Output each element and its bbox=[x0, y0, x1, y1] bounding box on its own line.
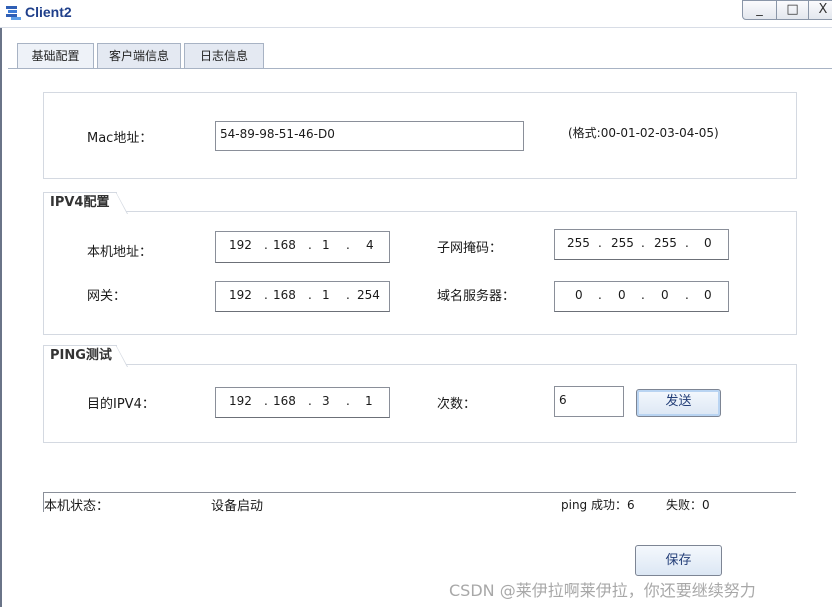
ip-dot: . bbox=[264, 238, 268, 252]
send-button[interactable]: 发送 bbox=[636, 389, 721, 417]
ping-section-title: PING测试 bbox=[43, 345, 128, 367]
subnet-mask-input[interactable]: 255 . 255 . 255 . 0 bbox=[554, 229, 729, 260]
ip-octet: 168 bbox=[273, 394, 296, 408]
ip-octet: 3 bbox=[322, 394, 330, 408]
tab-divider bbox=[8, 68, 832, 69]
ip-octet: 4 bbox=[366, 238, 374, 252]
ip-octet: 1 bbox=[322, 288, 330, 302]
ip-dot: . bbox=[308, 238, 312, 252]
close-button[interactable]: X bbox=[808, 0, 832, 20]
ip-octet: 0 bbox=[618, 288, 626, 302]
ip-octet: 168 bbox=[273, 238, 296, 252]
status-divider bbox=[43, 492, 796, 493]
ip-octet: 1 bbox=[322, 238, 330, 252]
ip-dot: . bbox=[346, 288, 350, 302]
ip-octet: 0 bbox=[704, 236, 712, 250]
ip-octet: 254 bbox=[357, 288, 380, 302]
ip-dot: . bbox=[308, 288, 312, 302]
tab-client-info[interactable]: 客户端信息 bbox=[97, 43, 181, 69]
device-status-label: 本机状态： bbox=[44, 499, 110, 514]
count-label: 次数： bbox=[437, 397, 477, 412]
gateway-input[interactable]: 192 . 168 . 1 . 254 bbox=[215, 281, 390, 312]
ip-octet: 0 bbox=[575, 288, 583, 302]
ip-octet: 168 bbox=[273, 288, 296, 302]
ip-octet: 255 bbox=[611, 236, 634, 250]
tab-log-info[interactable]: 日志信息 bbox=[184, 43, 264, 69]
ip-octet: 192 bbox=[229, 394, 252, 408]
local-address-label: 本机地址： bbox=[87, 245, 153, 260]
ip-dot: . bbox=[685, 236, 689, 250]
ping-fail-count: 失败：0 bbox=[666, 498, 710, 512]
ip-octet: 255 bbox=[567, 236, 590, 250]
ipv4-section-title: IPV4配置 bbox=[43, 192, 128, 214]
ping-success-count: ping 成功：6 bbox=[561, 498, 635, 512]
device-status-value: 设备启动 bbox=[211, 499, 264, 514]
dns-label: 域名服务器： bbox=[437, 289, 516, 304]
ip-octet: 0 bbox=[704, 288, 712, 302]
maximize-button[interactable]: □ bbox=[776, 0, 809, 20]
ip-dot: . bbox=[641, 236, 645, 250]
gateway-label: 网关： bbox=[87, 289, 127, 304]
mac-label: Mac地址： bbox=[87, 131, 153, 146]
ip-dot: . bbox=[346, 238, 350, 252]
minimize-button[interactable]: _ bbox=[742, 0, 777, 20]
ip-octet: 192 bbox=[229, 238, 252, 252]
tab-basic-config[interactable]: 基础配置 bbox=[17, 43, 94, 69]
ip-dot: . bbox=[308, 394, 312, 408]
dns-input[interactable]: 0 . 0 . 0 . 0 bbox=[554, 281, 729, 312]
target-ipv4-label: 目的IPV4： bbox=[87, 397, 155, 412]
ip-octet: 0 bbox=[661, 288, 669, 302]
mac-format-hint: (格式:00-01-02-03-04-05) bbox=[568, 126, 719, 140]
ip-dot: . bbox=[685, 288, 689, 302]
ip-dot: . bbox=[641, 288, 645, 302]
app-icon bbox=[5, 4, 23, 22]
ip-dot: . bbox=[264, 288, 268, 302]
count-input[interactable]: 6 bbox=[554, 386, 624, 417]
window-frame bbox=[0, 28, 2, 607]
mac-input[interactable]: 54-89-98-51-46-D0 bbox=[215, 121, 524, 151]
ip-octet: 192 bbox=[229, 288, 252, 302]
watermark-text: CSDN @莱伊拉啊莱伊拉，你还要继续努力 bbox=[449, 581, 756, 600]
ip-dot: . bbox=[598, 288, 602, 302]
save-button[interactable]: 保存 bbox=[635, 545, 722, 576]
ip-dot: . bbox=[264, 394, 268, 408]
ip-dot: . bbox=[346, 394, 350, 408]
target-ipv4-input[interactable]: 192 . 168 . 3 . 1 bbox=[215, 387, 390, 418]
local-address-input[interactable]: 192 . 168 . 1 . 4 bbox=[215, 231, 390, 263]
ip-dot: . bbox=[598, 236, 602, 250]
ip-octet: 255 bbox=[654, 236, 677, 250]
subnet-mask-label: 子网掩码： bbox=[437, 241, 503, 256]
ip-octet: 1 bbox=[365, 394, 373, 408]
title-bar bbox=[0, 0, 832, 28]
window-title: Client2 bbox=[25, 4, 72, 20]
